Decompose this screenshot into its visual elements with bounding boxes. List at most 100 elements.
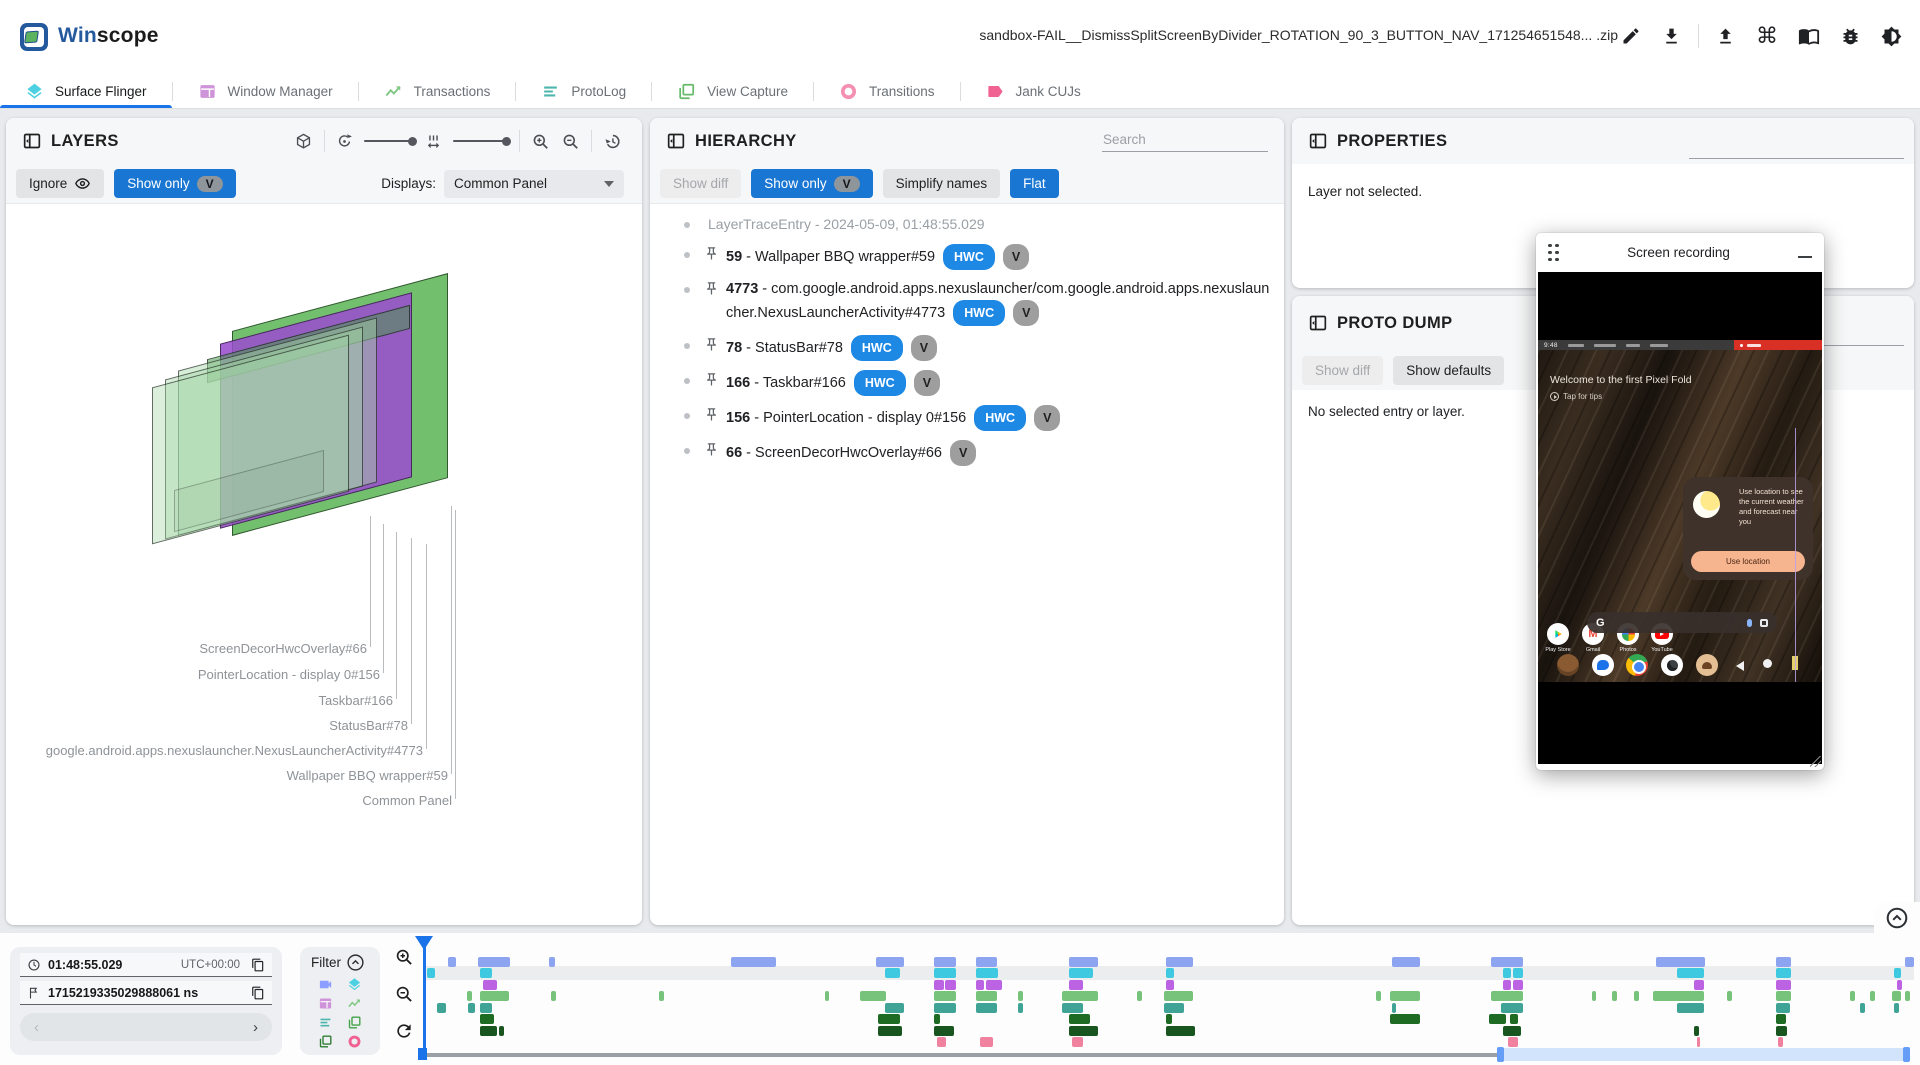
utc-offset[interactable]: UTC+00:00: [181, 959, 240, 971]
transitions-segment: [1072, 1037, 1083, 1047]
layer-node-row[interactable]: 4773 - com.google.android.apps.nexuslaun…: [684, 279, 1270, 326]
show-diff-button[interactable]: Show diff: [660, 169, 741, 198]
zoom-out-icon[interactable]: [561, 132, 580, 151]
pointer-trace-line: [1795, 428, 1796, 682]
rotation-slider[interactable]: [364, 140, 414, 142]
visible-chip: V: [911, 335, 937, 361]
ignore-button[interactable]: Ignore: [16, 169, 104, 198]
view-capture-segment: [1390, 1014, 1420, 1024]
zoom-in-icon[interactable]: [531, 132, 550, 151]
tab-jank-cujs[interactable]: Jank CUJs: [961, 75, 1106, 108]
edit-title-icon[interactable]: [1621, 26, 1641, 46]
tab-view-capture[interactable]: View Capture: [652, 75, 813, 108]
hierarchy-search-input[interactable]: Search: [1102, 130, 1268, 152]
collapse-filter-icon[interactable]: [346, 953, 365, 972]
layer-node-row[interactable]: 78 - StatusBar#78HWCV: [684, 335, 1270, 361]
filter-donut-icon[interactable]: [347, 1034, 362, 1049]
next-entry-button[interactable]: ›: [253, 1019, 258, 1036]
layer-label[interactable]: Taskbar#166: [319, 693, 393, 708]
copy-icon[interactable]: [251, 958, 265, 972]
shortcuts-icon[interactable]: ⌘: [1756, 26, 1778, 46]
show-only-button[interactable]: Show only V: [751, 169, 872, 198]
show-diff-button[interactable]: Show diff: [1302, 356, 1383, 385]
hierarchy-toolbar-row: Show diff Show only V Simplify names Fla…: [650, 164, 1284, 204]
tab-transitions[interactable]: Transitions: [814, 75, 960, 108]
layer-node-row[interactable]: 166 - Taskbar#166HWCV: [684, 370, 1270, 396]
view-capture-2-segment: [1694, 1026, 1699, 1036]
tab-transactions[interactable]: Transactions: [359, 75, 516, 108]
window-manager-segment: [1513, 980, 1523, 990]
timeline-scroll-track[interactable]: [424, 1053, 1497, 1057]
range-handle-right[interactable]: [1903, 1047, 1910, 1062]
show-only-button[interactable]: Show only V: [114, 169, 235, 198]
screen-recording-window[interactable]: Screen recording 9:48 Welcome to the fir…: [1536, 233, 1824, 770]
layer-label[interactable]: ScreenDecorHwcOverlay#66: [199, 641, 367, 656]
copy-icon[interactable]: [251, 986, 265, 1000]
reset-view-icon[interactable]: [603, 132, 622, 151]
layer-node-row[interactable]: 66 - ScreenDecorHwcOverlay#66V: [684, 440, 1270, 466]
pin-icon[interactable]: [704, 281, 719, 296]
filter-videocam-icon[interactable]: [318, 977, 333, 992]
timeline-zoom-in-icon[interactable]: [394, 947, 414, 967]
displays-select[interactable]: Common Panel: [444, 170, 624, 198]
simplify-names-button[interactable]: Simplify names: [883, 169, 1001, 198]
filter-window-icon[interactable]: [318, 996, 333, 1011]
range-handle-left[interactable]: [1497, 1047, 1504, 1062]
phone-clock: 9:48: [1544, 342, 1558, 349]
pin-icon[interactable]: [704, 337, 719, 352]
surface-flinger-segment: [1776, 968, 1791, 978]
layer-label[interactable]: Common Panel: [362, 793, 452, 808]
filter-layers-icon[interactable]: [347, 977, 362, 992]
pin-icon[interactable]: [704, 372, 719, 387]
layer-node-row[interactable]: 156 - PointerLocation - display 0#156HWC…: [684, 405, 1270, 431]
pin-icon[interactable]: [704, 442, 719, 457]
mic-icon: [1747, 619, 1752, 627]
pin-icon[interactable]: [704, 407, 719, 422]
download-traces-icon[interactable]: [1661, 26, 1682, 47]
timeline-canvas[interactable]: [424, 940, 1914, 1062]
timeline-reset-zoom-icon[interactable]: [394, 1021, 414, 1041]
timeline-zoom-out-icon[interactable]: [394, 984, 414, 1004]
transactions-segment: [1634, 991, 1639, 1001]
timeline-cursor[interactable]: [423, 936, 426, 1060]
upload-traces-icon[interactable]: [1715, 26, 1736, 47]
flat-button[interactable]: Flat: [1010, 169, 1059, 198]
letterbox: [1538, 682, 1822, 764]
tab-window-manager[interactable]: Window Manager: [173, 75, 358, 108]
layer-label[interactable]: Wallpaper BBQ wrapper#59: [287, 768, 448, 783]
layer-label[interactable]: StatusBar#78: [329, 718, 408, 733]
layers-3d-canvas[interactable]: ScreenDecorHwcOverlay#66 PointerLocation …: [6, 205, 642, 925]
filter-lines-icon[interactable]: [318, 1015, 333, 1030]
filter-stack-icon[interactable]: [318, 1034, 333, 1049]
tab-protolog[interactable]: ProtoLog: [516, 75, 651, 108]
properties-search-input[interactable]: [1689, 158, 1904, 159]
filter-stack-icon[interactable]: [347, 1015, 362, 1030]
previous-entry-button[interactable]: ‹: [34, 1019, 39, 1036]
surface-flinger-segment: [885, 968, 900, 978]
layers-title: LAYERS: [51, 132, 119, 151]
tab-surface-flinger[interactable]: Surface Flinger: [0, 75, 172, 108]
filter-zigzag-icon[interactable]: [347, 996, 362, 1011]
layer-label[interactable]: PointerLocation - display 0#156: [198, 667, 380, 682]
timeline-cursor-foot[interactable]: [418, 1048, 427, 1060]
minimize-button[interactable]: [1798, 256, 1812, 258]
spacing-slider[interactable]: [453, 140, 508, 142]
layer-label[interactable]: google.android.apps.nexuslauncher.NexusL…: [46, 743, 423, 758]
show-defaults-button[interactable]: Show defaults: [1393, 356, 1504, 385]
pin-icon[interactable]: [704, 246, 719, 261]
trace-entry-row[interactable]: LayerTraceEntry - 2024-05-09, 01:48:55.0…: [684, 214, 1270, 235]
drag-handle-icon[interactable]: [1548, 244, 1559, 262]
documentation-icon[interactable]: [1798, 25, 1820, 47]
layer-node-row[interactable]: 59 - Wallpaper BBQ wrapper#59HWCV: [684, 244, 1270, 270]
resize-handle[interactable]: [1810, 756, 1821, 767]
3d-view-icon[interactable]: [294, 132, 313, 151]
human-time-field[interactable]: 01:48:55.029 UTC+00:00: [20, 953, 272, 977]
timeline-selected-range[interactable]: [1497, 1048, 1910, 1061]
tab-label: Transactions: [414, 84, 491, 99]
ns-time-field[interactable]: 1715219335029888061 ns: [20, 981, 272, 1005]
play-icon: [1550, 392, 1559, 401]
screen-recording-segment: [1776, 957, 1791, 967]
report-bug-icon[interactable]: [1840, 26, 1861, 47]
collapse-timeline-icon[interactable]: [1885, 906, 1909, 930]
dark-mode-toggle-icon[interactable]: [1881, 26, 1902, 47]
